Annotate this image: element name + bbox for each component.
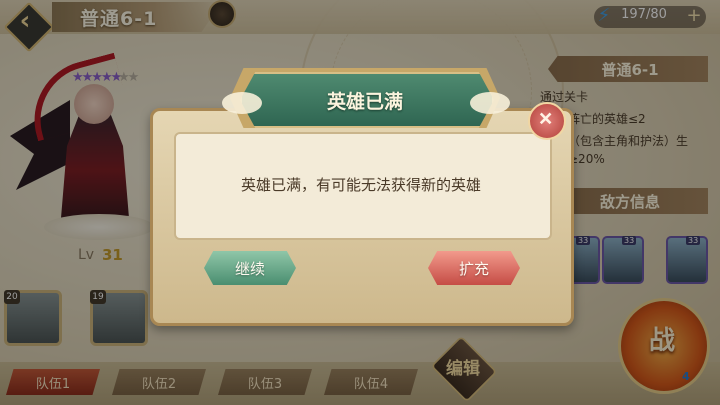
dialog-title: 英雄已满 [326, 91, 403, 113]
cloud-ornament-left [222, 92, 262, 114]
continue-button-label: 继续 [234, 260, 265, 278]
expand-button-label: 扩充 [458, 260, 489, 278]
dialog-message: 英雄已满，有可能无法获得新的英雄 [240, 176, 481, 194]
cloud-ornament-right [470, 92, 510, 114]
